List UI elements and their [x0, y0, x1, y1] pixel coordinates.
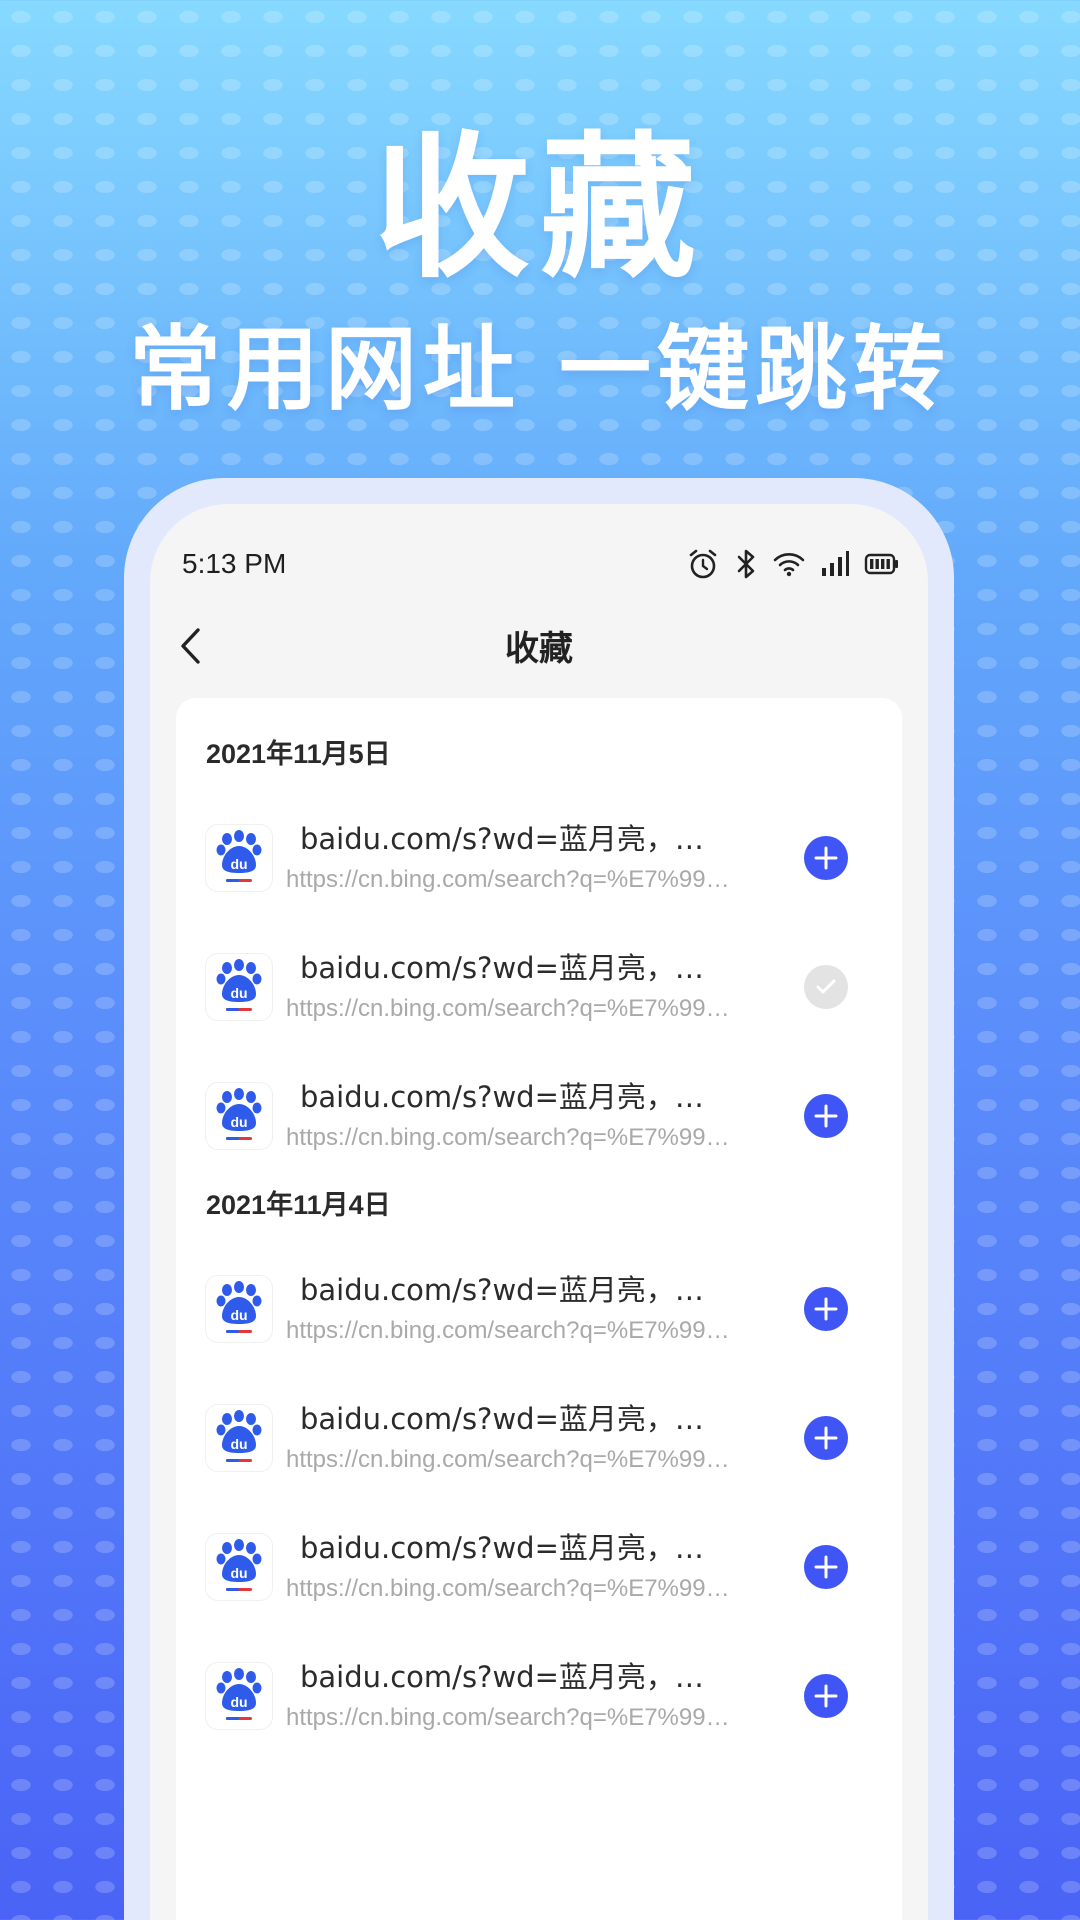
bluetooth-icon	[734, 548, 758, 580]
list-item[interactable]: du baidu.com/s?wd=蓝月亮，这是一个很长的标题 https://…	[176, 1368, 902, 1497]
back-button[interactable]	[178, 626, 218, 666]
list-item[interactable]: du baidu.com/s?wd=蓝月亮，这是一个很长的标题 https://…	[176, 1239, 902, 1368]
baidu-paw-icon: du	[216, 1538, 262, 1591]
signal-icon	[820, 550, 850, 578]
baidu-paw-icon: du	[216, 958, 262, 1011]
add-button[interactable]	[804, 1673, 848, 1718]
list-item[interactable]: du baidu.com/s?wd=蓝月亮，这是一个很长的标题 https://…	[176, 917, 902, 1046]
item-title: baidu.com/s?wd=蓝月亮，这是一个很长的标题	[300, 950, 730, 985]
plus-icon	[814, 1555, 838, 1578]
nav-bar: 收藏	[150, 600, 928, 690]
svg-text:du: du	[230, 1436, 247, 1452]
svg-text:du: du	[230, 1565, 247, 1581]
wifi-icon	[772, 550, 806, 578]
item-url: https://cn.bing.com/search?q=%E7%99%BE%E…	[286, 994, 746, 1022]
item-title: baidu.com/s?wd=蓝月亮，这是一个很长的标题	[300, 1401, 730, 1436]
plus-icon	[814, 1426, 838, 1449]
baidu-paw-icon: du	[216, 1087, 262, 1140]
date-header: 2021年11月4日	[206, 1190, 391, 1220]
date-group: 2021年11月4日 du baidu.com/s?wd=蓝月亮，这是一个很长的…	[176, 1183, 902, 1755]
phone-screen: 5:13 PM 收藏 2021年11月5日 du baidu.com/s?wd=…	[150, 504, 928, 1920]
item-url: https://cn.bing.com/search?q=%E7%99%BE%E…	[286, 1316, 746, 1344]
add-button[interactable]	[804, 1093, 848, 1138]
site-logo: du	[206, 824, 272, 891]
item-title: baidu.com/s?wd=蓝月亮，这是一个很长的标题	[300, 1530, 730, 1565]
site-logo: du	[206, 1662, 272, 1729]
favorites-list: 2021年11月5日 du baidu.com/s?wd=蓝月亮，这是一个很长的…	[176, 698, 902, 1920]
svg-text:du: du	[230, 1694, 247, 1710]
svg-text:du: du	[230, 856, 247, 872]
item-url: https://cn.bing.com/search?q=%E7%99%BE%E…	[286, 1445, 746, 1473]
alarm-icon	[686, 547, 720, 581]
item-url: https://cn.bing.com/search?q=%E7%99%BE%E…	[286, 865, 746, 893]
site-logo: du	[206, 1533, 272, 1600]
item-title: baidu.com/s?wd=蓝月亮，这是一个很长的标题	[300, 821, 730, 856]
list-item[interactable]: du baidu.com/s?wd=蓝月亮，这是一个很长的标题 https://…	[176, 1046, 902, 1175]
status-icons	[686, 547, 900, 581]
date-group: 2021年11月5日 du baidu.com/s?wd=蓝月亮，这是一个很长的…	[176, 732, 902, 1175]
page-title: 收藏	[505, 628, 573, 669]
baidu-paw-icon: du	[216, 1409, 262, 1462]
site-logo: du	[206, 953, 272, 1020]
battery-icon	[864, 551, 900, 577]
item-url: https://cn.bing.com/search?q=%E7%99%BE%E…	[286, 1123, 746, 1151]
svg-text:du: du	[230, 1114, 247, 1130]
hero-banner: 收藏 常用网址 一键跳转	[0, 130, 1080, 416]
item-title: baidu.com/s?wd=蓝月亮，这是一个很长的标题	[300, 1272, 730, 1307]
baidu-paw-icon: du	[216, 829, 262, 882]
item-url: https://cn.bing.com/search?q=%E7%99%BE%E…	[286, 1574, 746, 1602]
list-item[interactable]: du baidu.com/s?wd=蓝月亮，这是一个很长的标题 https://…	[176, 1626, 902, 1755]
svg-text:du: du	[230, 985, 247, 1001]
site-logo: du	[206, 1404, 272, 1471]
svg-text:du: du	[230, 1307, 247, 1323]
plus-icon	[814, 1684, 838, 1707]
hero-title: 收藏	[374, 117, 706, 299]
item-url: https://cn.bing.com/search?q=%E7%99%BE%E…	[286, 1703, 746, 1731]
status-time: 5:13 PM	[182, 548, 287, 579]
plus-icon	[814, 1297, 838, 1320]
site-logo: du	[206, 1275, 272, 1342]
status-bar: 5:13 PM	[150, 504, 928, 594]
add-button[interactable]	[804, 835, 848, 880]
baidu-paw-icon: du	[216, 1280, 262, 1333]
add-button[interactable]	[804, 1415, 848, 1460]
baidu-paw-icon: du	[216, 1667, 262, 1720]
chevron-left-icon	[181, 628, 200, 664]
list-item[interactable]: du baidu.com/s?wd=蓝月亮，这是一个很长的标题 https://…	[176, 1497, 902, 1626]
plus-icon	[814, 1104, 838, 1127]
site-logo: du	[206, 1082, 272, 1149]
check-icon	[816, 979, 836, 993]
list-item[interactable]: du baidu.com/s?wd=蓝月亮，这是一个很长的标题 https://…	[176, 788, 902, 917]
added-button[interactable]	[804, 964, 848, 1009]
item-title: baidu.com/s?wd=蓝月亮，这是一个很长的标题	[300, 1079, 730, 1114]
hero-subtitle: 常用网址 一键跳转	[128, 316, 952, 423]
plus-icon	[814, 846, 838, 869]
add-button[interactable]	[804, 1286, 848, 1331]
phone-frame: 5:13 PM 收藏 2021年11月5日 du baidu.com/s?wd=…	[124, 478, 954, 1920]
item-title: baidu.com/s?wd=蓝月亮，这是一个很长的标题	[300, 1659, 730, 1694]
date-header: 2021年11月5日	[206, 739, 391, 769]
add-button[interactable]	[804, 1544, 848, 1589]
